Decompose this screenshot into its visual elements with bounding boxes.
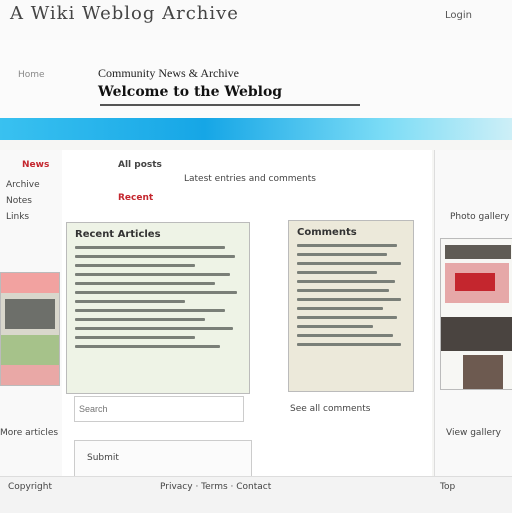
filter-text: Latest entries and comments bbox=[184, 174, 316, 184]
text-line bbox=[75, 327, 233, 330]
site-title[interactable]: A Wiki Weblog Archive bbox=[10, 3, 239, 24]
text-line bbox=[297, 280, 395, 283]
text-line bbox=[297, 334, 393, 337]
text-line bbox=[297, 325, 373, 328]
footer-left: Copyright bbox=[8, 482, 52, 492]
comments-caption[interactable]: See all comments bbox=[290, 404, 370, 414]
text-line bbox=[297, 289, 389, 292]
text-line bbox=[75, 291, 237, 294]
left-sidebar-item[interactable]: Links bbox=[6, 212, 29, 222]
header-divider bbox=[100, 104, 360, 106]
left-photo[interactable] bbox=[0, 272, 60, 386]
footer-top-link[interactable]: Top bbox=[440, 482, 455, 492]
text-line bbox=[297, 271, 377, 274]
text-line bbox=[297, 307, 383, 310]
heading-line-2: Welcome to the Weblog bbox=[98, 84, 283, 100]
left-sidebar-label[interactable]: News bbox=[22, 160, 49, 170]
text-line bbox=[297, 262, 401, 265]
right-caption[interactable]: View gallery bbox=[446, 428, 501, 438]
text-line bbox=[297, 316, 397, 319]
right-sidebar-label: Photo gallery bbox=[450, 212, 510, 222]
text-line bbox=[75, 336, 195, 339]
left-sidebar-item[interactable]: Archive bbox=[6, 180, 40, 190]
panel-a-title: Recent Articles bbox=[75, 229, 161, 240]
header-band bbox=[0, 40, 512, 118]
home-tag[interactable]: Home bbox=[18, 70, 45, 80]
right-photo[interactable] bbox=[440, 238, 512, 390]
text-line bbox=[75, 300, 185, 303]
footer-links[interactable]: Privacy · Terms · Contact bbox=[160, 482, 271, 492]
recent-articles-panel[interactable]: Recent Articles bbox=[66, 222, 250, 394]
text-line bbox=[75, 318, 205, 321]
text-line bbox=[297, 298, 401, 301]
submit-button[interactable]: Submit bbox=[87, 453, 239, 463]
panel-b-title: Comments bbox=[297, 227, 357, 238]
text-line bbox=[75, 273, 230, 276]
text-line bbox=[75, 246, 225, 249]
text-line bbox=[297, 244, 397, 247]
text-line bbox=[75, 255, 235, 258]
right-photo-graphic bbox=[441, 239, 512, 389]
more-articles-link[interactable]: More articles bbox=[0, 428, 58, 438]
text-line bbox=[75, 309, 225, 312]
text-line bbox=[75, 282, 215, 285]
heading-line-1: Community News & Archive bbox=[98, 66, 239, 80]
left-sidebar-item[interactable]: Notes bbox=[6, 196, 32, 206]
nav-bar bbox=[0, 118, 512, 140]
login-link[interactable]: Login bbox=[445, 10, 472, 21]
text-line bbox=[75, 345, 220, 348]
intro-sub[interactable]: Recent bbox=[118, 193, 153, 203]
text-line bbox=[297, 253, 387, 256]
intro-label: All posts bbox=[118, 160, 162, 170]
text-line bbox=[75, 264, 195, 267]
left-photo-graphic bbox=[1, 273, 59, 385]
text-line bbox=[297, 343, 401, 346]
comments-panel[interactable]: Comments bbox=[288, 220, 414, 392]
search-input[interactable] bbox=[74, 396, 244, 422]
